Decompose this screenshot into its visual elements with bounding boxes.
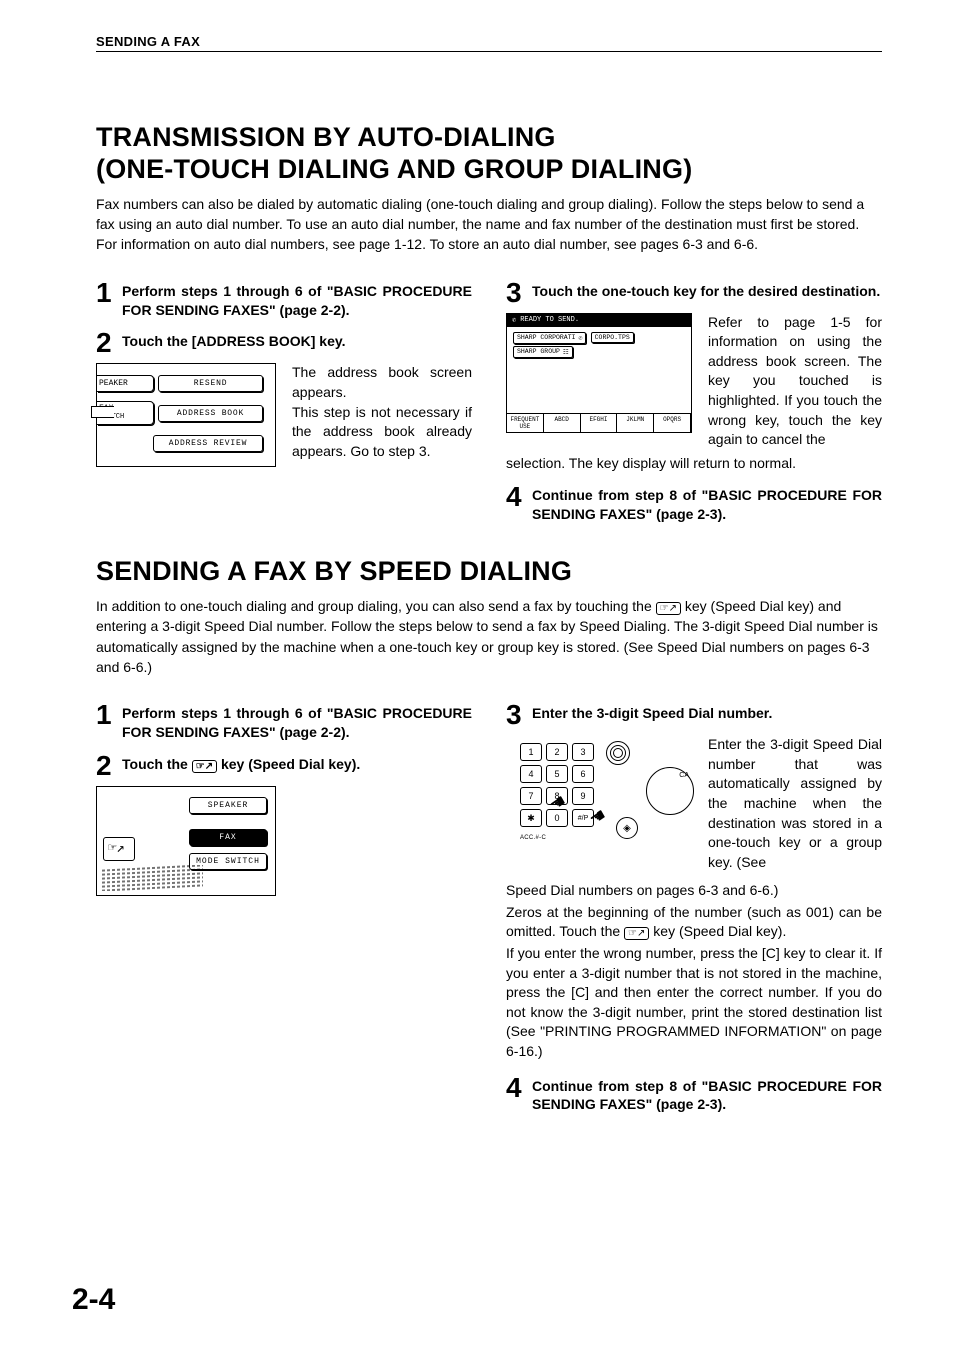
address-review-button[interactable]: ADDRESS REVIEW [153,435,263,452]
step-number: 3 [506,701,532,729]
onetouch-key[interactable]: SHARP CORPORATI ✆ [513,332,586,344]
page-number: 2-4 [72,1283,115,1317]
keypad-key[interactable]: 7 [520,787,542,805]
phone-icon: ✆ [579,334,583,342]
group-icon: ☷ [563,348,569,356]
title-line-2: (ONE-TOUCH DIALING AND GROUP DIALING) [96,154,692,184]
start-key[interactable] [616,817,638,839]
step-3-after: selection. The key display will return t… [506,454,882,474]
figure-touch-screen: ✆ READY TO SEND. SHARP CORPORATI ✆ CORPO… [506,313,692,433]
index-tabs[interactable]: FREQUENT USE ABCD EFGHI JKLMN OPQRS [507,413,691,432]
b-step-4-title: Continue from step 8 of "BASIC PROCEDURE… [532,1074,882,1115]
keypad-key[interactable]: 5 [546,765,568,783]
fax-switch-button[interactable]: FAX SWITCH [97,401,154,425]
keypad-key[interactable]: 3 [572,743,594,761]
step-number: 4 [506,1074,532,1102]
step-3-title: Touch the one-touch key for the desired … [532,279,882,301]
tab[interactable]: OPQRS [653,413,691,432]
b-step-3-p2: Zeros at the beginning of the number (su… [506,903,882,942]
tab[interactable]: ABCD [543,413,581,432]
keypad-key[interactable]: 4 [520,765,542,783]
section-b-intro: In addition to one-touch dialing and gro… [96,596,882,677]
running-header: SENDING A FAX [96,34,882,52]
section-title-autodial: TRANSMISSION BY AUTO-DIALING (ONE-TOUCH … [96,122,882,186]
b-step-1-title: Perform steps 1 through 6 of "BASIC PROC… [122,701,472,742]
speed-dial-icon: ☞↗ [192,760,217,773]
figure-numeric-keypad: 1 2 3 4 5 6 7 8 9 ✱ 0 #/P ACC.#-C [506,735,692,875]
speed-dial-icon: ☞↗ [624,927,649,940]
step-number: 3 [506,279,532,307]
onetouch-key[interactable]: CORPO.TPS [591,332,634,343]
keypad-key[interactable]: ✱ [520,809,542,827]
keypad-key[interactable]: 9 [572,787,594,805]
step-2-body: The address book screen appears. This st… [292,363,472,467]
b-step-3-p1: Speed Dial numbers on pages 6-3 and 6-6.… [506,881,882,901]
address-book-button[interactable]: ADDRESS BOOK [158,405,263,422]
b-step-3-side: Enter the 3-digit Speed Dial number that… [708,735,882,875]
keypad-key[interactable]: 1 [520,743,542,761]
onetouch-key[interactable]: SHARP GROUP ☷ [513,346,573,358]
step-number: 2 [96,329,122,357]
status-bar: ✆ READY TO SEND. [507,314,691,327]
speaker-button[interactable]: SPEAKER [189,797,267,814]
b-step-2-title: Touch the ☞↗ key (Speed Dial key). [122,752,472,774]
speed-dial-icon: ☞↗ [656,602,681,615]
step-3-side: Refer to page 1-5 for information on usi… [708,313,882,450]
step-number: 1 [96,701,122,729]
acc-label: ACC.#-C [520,835,546,841]
phone-icon: ✆ [512,316,516,325]
keypad-key[interactable]: 2 [546,743,568,761]
tab[interactable]: FREQUENT USE [506,413,544,432]
figure-address-book-panel: PEAKER RESEND FAX SWITCH ADDRESS BOOK [96,363,276,467]
speaker-button[interactable]: PEAKER [97,375,154,392]
ca-key[interactable]: CA [646,767,694,815]
step-number: 1 [96,279,122,307]
fax-button[interactable]: FAX [189,829,267,846]
b-step-3-title: Enter the 3-digit Speed Dial number. [532,701,882,723]
step-number: 4 [506,483,532,511]
clear-key[interactable] [606,741,630,765]
section-a-intro: Fax numbers can also be dialed by automa… [96,194,882,255]
step-4-title: Continue from step 8 of "BASIC PROCEDURE… [532,483,882,524]
step-1-title: Perform steps 1 through 6 of "BASIC PROC… [122,279,472,320]
section-title-speeddial: SENDING A FAX BY SPEED DIALING [96,556,882,588]
tab[interactable]: EFGHI [580,413,618,432]
speed-dial-key-icon[interactable]: ☞↗ [103,837,135,861]
tab[interactable]: JKLMN [616,413,654,432]
step-2-title: Touch the [ADDRESS BOOK] key. [122,329,472,351]
paper-illustration [102,865,203,891]
keypad-key[interactable]: 6 [572,765,594,783]
title-line-1: TRANSMISSION BY AUTO-DIALING [96,122,556,152]
resend-button[interactable]: RESEND [158,375,263,392]
step-number: 2 [96,752,122,780]
figure-speaker-panel: SPEAKER FAX MODE SWITCH ☞↗ [96,786,276,896]
b-step-3-p3: If you enter the wrong number, press the… [506,944,882,1062]
